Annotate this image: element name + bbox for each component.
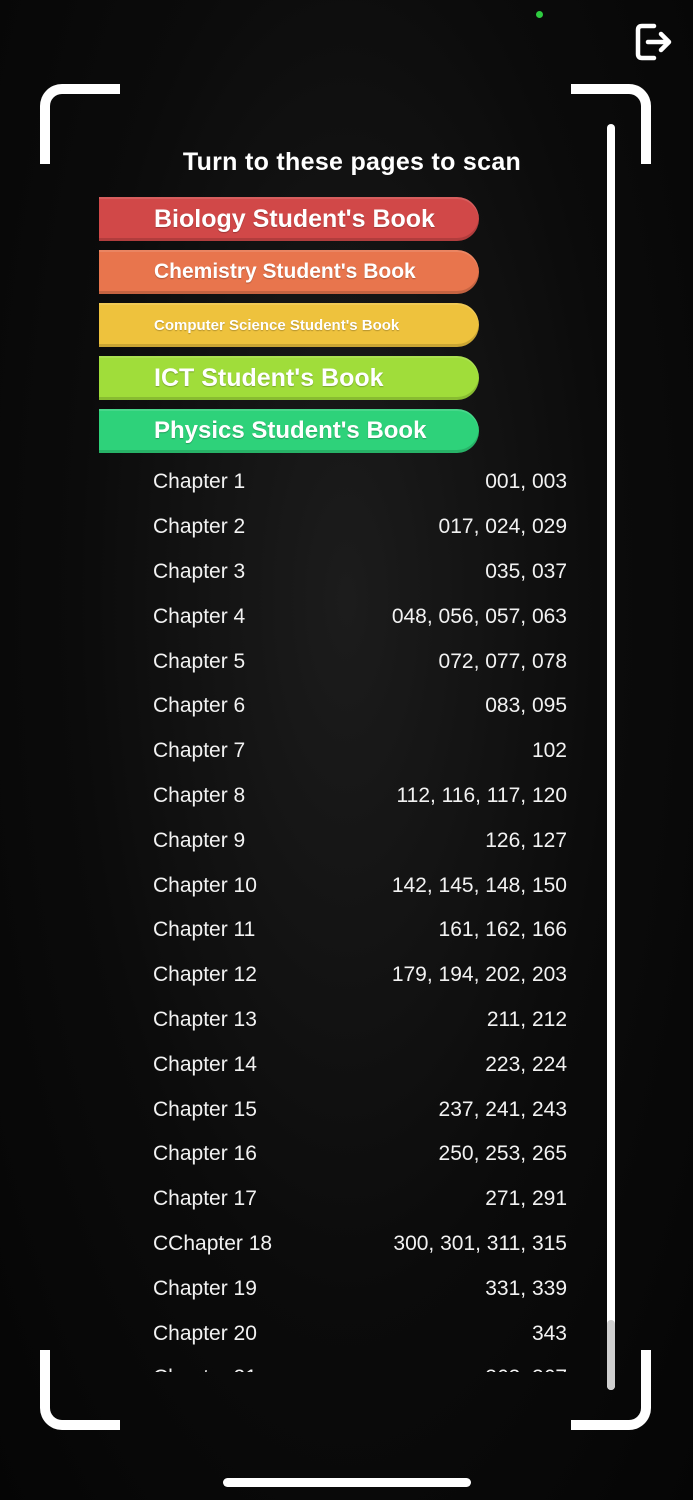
chapter-pages: 126, 127 xyxy=(485,828,567,852)
chapter-name: Chapter 15 xyxy=(153,1097,257,1121)
chapter-pages: 001, 003 xyxy=(485,470,567,494)
chapter-row: Chapter 8 112, 116, 117, 120 xyxy=(153,774,567,819)
book-tab-label: ICT Student's Book xyxy=(154,363,384,392)
chapter-row: Chapter 6 083, 095 xyxy=(153,684,567,729)
chapter-row: Chapter 5 072, 077, 078 xyxy=(153,639,567,684)
book-tab-computer-science[interactable]: Computer Science Student's Book xyxy=(99,303,479,347)
chapter-row: Chapter 10 142, 145, 148, 150 xyxy=(153,863,567,908)
book-list: Biology Student's Book Chemistry Student… xyxy=(99,197,479,462)
chapter-name: Chapter 12 xyxy=(153,963,257,987)
scrollbar-thumb[interactable] xyxy=(607,1320,615,1390)
chapter-pages: 223, 224 xyxy=(485,1052,567,1076)
chapter-pages: 250, 253, 265 xyxy=(438,1142,567,1166)
chapter-row: Chapter 14 223, 224 xyxy=(153,1042,567,1087)
chapter-pages: 035, 037 xyxy=(485,559,567,583)
camera-indicator-dot xyxy=(536,11,543,18)
chapter-pages: 048, 056, 057, 063 xyxy=(391,604,567,628)
scrollbar-track[interactable] xyxy=(607,124,615,1390)
book-tab-label: Biology Student's Book xyxy=(154,204,435,233)
chapter-name: CChapter 18 xyxy=(153,1231,273,1255)
chapter-pages: 072, 077, 078 xyxy=(438,649,567,673)
chapter-row: Chapter 1 001, 003 xyxy=(153,460,567,505)
chapter-name: Chapter 19 xyxy=(153,1276,257,1300)
book-tab-label: Physics Student's Book xyxy=(154,417,427,444)
scan-frame-corner-bottom-left xyxy=(40,1350,120,1430)
chapter-name: Chapter 11 xyxy=(153,918,256,942)
chapter-name: Chapter 1 xyxy=(153,470,246,494)
chapter-pages: 300, 301, 311, 315 xyxy=(393,1231,567,1255)
chapter-name: Chapter 6 xyxy=(153,694,246,718)
chapter-row: Chapter 13 211, 212 xyxy=(153,998,567,1043)
chapter-row: Chapter 3 035, 037 xyxy=(153,550,567,595)
chapter-name: Chapter 14 xyxy=(153,1052,257,1076)
chapter-row: Chapter 12 179, 194, 202, 203 xyxy=(153,953,567,998)
chapter-pages: 237, 241, 243 xyxy=(438,1097,567,1121)
chapter-row: Chapter 7 102 xyxy=(153,729,567,774)
chapter-pages: 161, 162, 166 xyxy=(438,918,567,942)
chapter-row: Chapter 16 250, 253, 265 xyxy=(153,1132,567,1177)
chapter-pages: 363, 367 xyxy=(485,1366,567,1372)
chapter-pages: 331, 339 xyxy=(485,1276,567,1300)
chapter-pages: 179, 194, 202, 203 xyxy=(391,963,567,987)
exit-icon xyxy=(635,23,672,61)
book-tab-ict[interactable]: ICT Student's Book xyxy=(99,356,479,400)
chapter-name: Chapter 4 xyxy=(153,604,246,628)
chapter-row: Chapter 19 331, 339 xyxy=(153,1266,567,1311)
chapter-row: CChapter 18 300, 301, 311, 315 xyxy=(153,1222,567,1267)
chapter-name: Chapter 21 xyxy=(153,1366,257,1372)
chapter-pages: 211, 212 xyxy=(486,1007,567,1031)
book-tab-chemistry[interactable]: Chemistry Student's Book xyxy=(99,250,479,294)
chapter-name: Chapter 9 xyxy=(153,828,246,852)
chapter-row: Chapter 21 363, 367 xyxy=(153,1356,567,1372)
chapter-pages: 271, 291 xyxy=(485,1187,567,1211)
page-title: Turn to these pages to scan xyxy=(182,148,522,176)
chapter-name: Chapter 8 xyxy=(153,783,246,807)
chapter-list[interactable]: Chapter 1 001, 003 Chapter 2 017, 024, 029 C… xyxy=(153,460,567,1372)
chapter-pages: 102 xyxy=(531,739,567,763)
book-tab-label: Chemistry Student's Book xyxy=(154,260,416,283)
book-tab-physics[interactable]: Physics Student's Book xyxy=(99,409,479,453)
chapter-row: Chapter 11 161, 162, 166 xyxy=(153,908,567,953)
chapter-name: Chapter 20 xyxy=(153,1321,257,1345)
chapter-pages: 343 xyxy=(531,1321,567,1345)
chapter-name: Chapter 2 xyxy=(153,515,246,539)
exit-button[interactable] xyxy=(630,18,678,66)
chapter-row: Chapter 9 126, 127 xyxy=(153,818,567,863)
chapter-row: Chapter 20 343 xyxy=(153,1311,567,1356)
chapter-name: Chapter 13 xyxy=(153,1007,257,1031)
chapter-name: Chapter 17 xyxy=(153,1187,257,1211)
book-tab-label: Computer Science Student's Book xyxy=(154,316,400,334)
chapter-pages: 017, 024, 029 xyxy=(438,515,567,539)
chapter-name: Chapter 16 xyxy=(153,1142,257,1166)
chapter-name: Chapter 10 xyxy=(153,873,257,897)
chapter-name: Chapter 3 xyxy=(153,559,246,583)
chapter-row: Chapter 17 271, 291 xyxy=(153,1177,567,1222)
chapter-name: Chapter 5 xyxy=(153,649,246,673)
chapter-row: Chapter 2 017, 024, 029 xyxy=(153,505,567,550)
chapter-name: Chapter 7 xyxy=(153,739,246,763)
book-tab-biology[interactable]: Biology Student's Book xyxy=(99,197,479,241)
home-indicator[interactable] xyxy=(223,1478,471,1487)
chapter-row: Chapter 4 048, 056, 057, 063 xyxy=(153,594,567,639)
chapter-pages: 083, 095 xyxy=(485,694,567,718)
chapter-pages: 112, 116, 117, 120 xyxy=(396,783,567,807)
chapter-row: Chapter 15 237, 241, 243 xyxy=(153,1087,567,1132)
chapter-pages: 142, 145, 148, 150 xyxy=(391,873,567,897)
